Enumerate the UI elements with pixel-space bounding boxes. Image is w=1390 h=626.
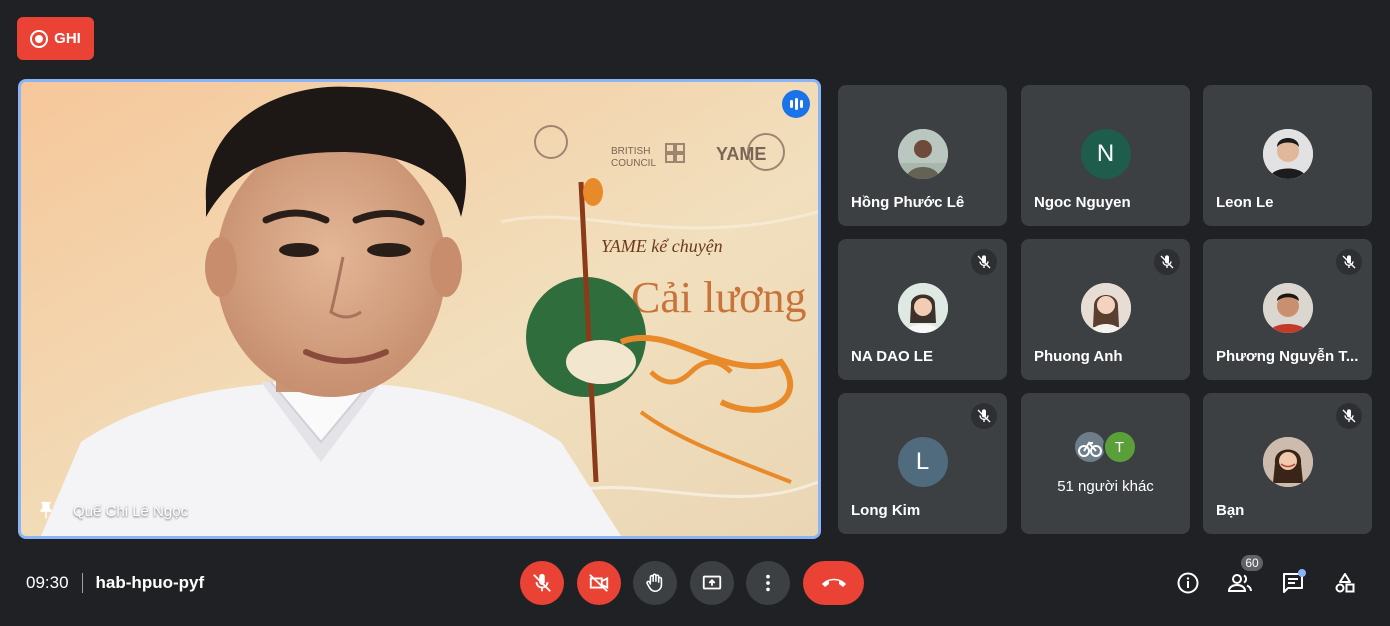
self-tile[interactable]: Bạn (1203, 393, 1372, 534)
speaking-indicator-icon (782, 90, 810, 118)
avatar-initial: N (1096, 140, 1115, 167)
avatar (1080, 283, 1131, 333)
svg-text:COUNCIL: COUNCIL (611, 158, 656, 169)
mic-off-icon (1336, 249, 1362, 275)
meeting-info: 09:30 hab-hpuo-pyf (26, 573, 204, 593)
camera-off-icon (589, 574, 609, 592)
recording-label: GHI (54, 30, 81, 47)
present-icon (702, 575, 722, 590)
more-vert-icon (766, 574, 770, 592)
avatar (897, 283, 948, 333)
present-screen-button[interactable] (690, 561, 734, 605)
main-speaker-name: Quế Chi Lê Ngọc (73, 502, 189, 520)
avatar (1262, 283, 1313, 333)
avatar: N (1080, 129, 1131, 179)
participant-tile[interactable]: NA DAO LE (838, 239, 1007, 380)
recording-badge[interactable]: GHI (17, 17, 94, 60)
camera-toggle-button[interactable] (577, 561, 621, 605)
participant-name: Phương Nguyễn T... (1216, 348, 1359, 365)
svg-text:YAME kể chuyện: YAME kể chuyện (601, 236, 723, 256)
meeting-details-button[interactable] (1173, 568, 1203, 598)
participant-name: Ngoc Nguyen (1034, 194, 1131, 211)
others-count-label: 51 người khác (1057, 478, 1154, 495)
mic-off-icon (971, 249, 997, 275)
participant-tile[interactable]: Phương Nguyễn T... (1203, 239, 1372, 380)
participant-name: Phuong Anh (1034, 348, 1123, 365)
participant-tile[interactable]: N Ngoc Nguyen (1021, 85, 1190, 226)
participant-tile[interactable]: Phuong Anh (1021, 239, 1190, 380)
main-speaker-name-tag: Quế Chi Lê Ngọc (35, 500, 188, 522)
call-end-icon (821, 578, 846, 587)
activities-icon (1335, 573, 1355, 593)
participant-tile[interactable]: L Long Kim (838, 393, 1007, 534)
people-icon (1227, 574, 1252, 592)
others-tile[interactable]: T 51 người khác (1021, 393, 1190, 534)
participant-name: Long Kim (851, 502, 921, 519)
mic-off-icon (533, 573, 551, 592)
mic-off-icon (1336, 403, 1362, 429)
participant-name: Leon Le (1216, 194, 1274, 211)
avatar-initial: L (915, 448, 930, 475)
hand-icon (646, 573, 663, 593)
svg-text:YAME: YAME (716, 144, 766, 164)
info-icon (1177, 572, 1199, 594)
participant-name: NA DAO LE (851, 348, 933, 365)
bicycle-avatar (1072, 430, 1107, 464)
speaker-video: BRITISHCOUNCIL YAME YAME kể chuyện Cải l… (21, 82, 818, 536)
svg-text:Cải lương: Cải lương (631, 273, 806, 322)
raise-hand-button[interactable] (633, 561, 677, 605)
avatar: L (897, 437, 948, 487)
avatar-initial-t: T (1102, 430, 1137, 464)
microphone-toggle-button[interactable] (520, 561, 564, 605)
avatar (1262, 129, 1313, 179)
others-avatar-stack: T (1072, 430, 1137, 464)
meeting-time: 09:30 (26, 573, 69, 592)
activities-button[interactable] (1330, 568, 1360, 598)
meeting-code: hab-hpuo-pyf (95, 573, 205, 592)
avatar (897, 129, 948, 179)
pin-icon[interactable] (35, 500, 57, 522)
people-count-badge: 60 (1241, 555, 1263, 571)
chat-notification-dot (1298, 569, 1306, 577)
participant-name: Hồng Phước Lê (851, 194, 965, 211)
more-options-button[interactable] (746, 561, 790, 605)
svg-text:BRITISH: BRITISH (611, 146, 650, 157)
participant-tile[interactable]: Leon Le (1203, 85, 1372, 226)
leave-call-button[interactable] (803, 561, 864, 605)
divider (81, 573, 83, 593)
mic-off-icon (1154, 249, 1180, 275)
main-speaker-tile[interactable]: BRITISH COUNCIL YAME YAME kể chuyện Cải l… (18, 79, 821, 539)
record-icon (30, 29, 49, 48)
avatar (1262, 437, 1313, 487)
mic-off-icon (971, 403, 997, 429)
participant-tile[interactable]: Hồng Phước Lê (838, 85, 1007, 226)
people-button[interactable] (1225, 568, 1255, 598)
participant-name: Bạn (1216, 502, 1245, 519)
